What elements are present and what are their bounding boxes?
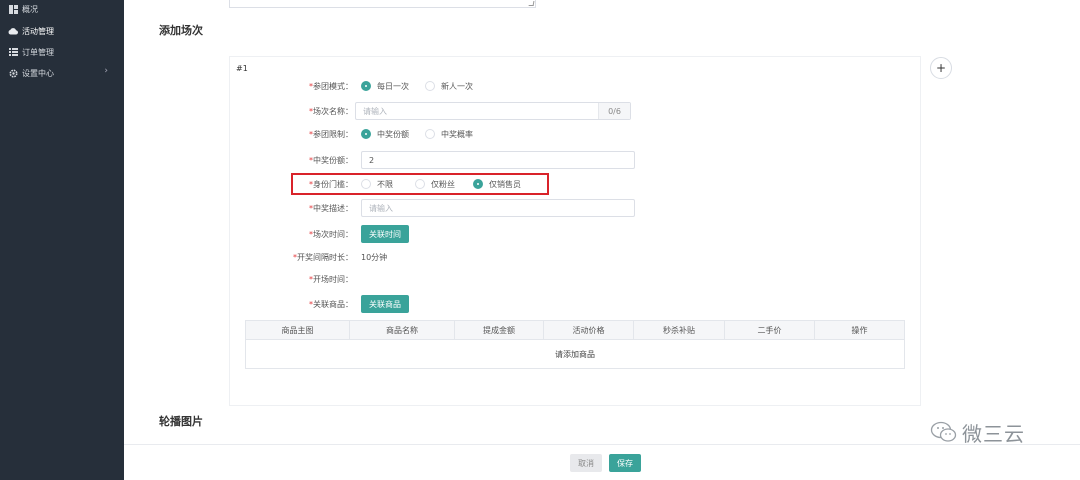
- radio-quota[interactable]: 中奖份额: [361, 129, 409, 140]
- field-label: *开奖间隔时长：: [293, 252, 353, 262]
- radio-checked-icon: [473, 179, 483, 189]
- radio-checked-icon: [361, 129, 371, 139]
- field-label: *身份门槛：: [309, 179, 353, 189]
- column-header: 商品名称: [350, 321, 455, 339]
- sidebar-item-label: 概况: [22, 4, 38, 14]
- link-goods-button[interactable]: 关联商品: [361, 295, 409, 313]
- radio-fans-only[interactable]: 仅粉丝: [415, 179, 455, 190]
- form-row-desc: *中奖描述：: [233, 199, 353, 217]
- sidebar: 概况 活动管理 订单管理 设置中心 ›: [0, 0, 124, 480]
- goods-table: 商品主图 商品名称 提成金额 活动价格 秒杀补贴 二手价 操作 请添加商品: [245, 320, 905, 369]
- sidebar-item-label: 设置中心: [22, 68, 54, 78]
- sidebar-item-overview[interactable]: 概况: [8, 0, 118, 18]
- field-label: *关联商品：: [309, 299, 353, 309]
- char-counter: 0/6: [598, 103, 630, 119]
- radio-checked-icon: [361, 81, 371, 91]
- field-label: *参团模式：: [309, 81, 353, 91]
- form-row-quota: *中奖份额：: [233, 151, 353, 169]
- sidebar-item-label: 订单管理: [22, 47, 54, 57]
- form-row-time: *场次时间：: [233, 225, 353, 243]
- column-header: 活动价格: [544, 321, 634, 339]
- table-header: 商品主图 商品名称 提成金额 活动价格 秒杀补贴 二手价 操作: [246, 321, 904, 340]
- mode-radio-group: 每日一次 新人一次: [361, 77, 489, 95]
- radio-unlimited[interactable]: 不限: [361, 179, 393, 190]
- watermark: 微三云: [930, 418, 1025, 447]
- section-title-carousel: 轮播图片: [159, 415, 203, 428]
- cloud-icon: [8, 26, 18, 36]
- column-header: 操作: [851, 325, 868, 335]
- form-row-identity: *身份门槛：: [233, 175, 353, 193]
- field-label: *中奖描述：: [309, 203, 353, 213]
- column-header: 提成金额: [455, 321, 544, 339]
- description-textarea[interactable]: [229, 0, 536, 8]
- field-label: *场次名称：: [309, 106, 353, 116]
- sidebar-item-activity[interactable]: 活动管理: [8, 22, 118, 40]
- sidebar-item-label: 活动管理: [22, 26, 54, 36]
- identity-radio-group: 不限 仅粉丝 仅销售员: [361, 175, 537, 193]
- chevron-right-icon: ›: [104, 66, 108, 76]
- radio-unchecked-icon: [415, 179, 425, 189]
- interval-value: 10分钟: [361, 252, 388, 262]
- watermark-text: 微三云: [962, 422, 1025, 446]
- radio-daily[interactable]: 每日一次: [361, 81, 409, 92]
- quota-input[interactable]: 2: [361, 151, 635, 169]
- save-button[interactable]: 保存: [609, 454, 641, 472]
- field-label: *开场时间：: [309, 274, 353, 284]
- list-icon: [8, 47, 18, 57]
- wechat-icon: [930, 421, 958, 445]
- radio-newcomer[interactable]: 新人一次: [425, 81, 473, 92]
- section-title-add-session: 添加场次: [159, 24, 203, 37]
- field-label: *参团限制：: [309, 129, 353, 139]
- prize-description-input[interactable]: 请输入: [361, 199, 635, 217]
- radio-unchecked-icon: [425, 81, 435, 91]
- form-row-mode: *参团模式：: [233, 77, 353, 95]
- radio-probability[interactable]: 中奖概率: [425, 129, 473, 140]
- form-row-goods: *关联商品：: [233, 295, 353, 313]
- radio-unchecked-icon: [425, 129, 435, 139]
- session-name-input[interactable]: 请输入 0/6: [355, 102, 631, 120]
- link-time-button[interactable]: 关联时间: [361, 225, 409, 243]
- session-index: #1: [236, 64, 248, 73]
- field-label: *场次时间：: [309, 229, 353, 239]
- sidebar-item-settings[interactable]: 设置中心 ›: [8, 64, 118, 82]
- column-header: 商品主图: [246, 321, 350, 339]
- limit-radio-group: 中奖份额 中奖概率: [361, 125, 489, 143]
- column-header: 二手价: [725, 321, 815, 339]
- form-row-limit: *参团限制：: [233, 125, 353, 143]
- radio-unchecked-icon: [361, 179, 371, 189]
- table-empty-row: 请添加商品: [555, 349, 595, 359]
- cancel-button[interactable]: 取消: [570, 454, 602, 472]
- gear-icon: [8, 68, 18, 78]
- sidebar-item-orders[interactable]: 订单管理: [8, 43, 118, 61]
- radio-sales-only[interactable]: 仅销售员: [473, 179, 521, 190]
- resize-handle-icon[interactable]: [528, 1, 535, 6]
- grid-icon: [8, 4, 18, 14]
- field-label: *中奖份额：: [309, 155, 353, 165]
- footer-bar: 取消 保存: [124, 444, 1080, 480]
- column-header: 秒杀补贴: [634, 321, 725, 339]
- form-row-name: *场次名称：: [233, 102, 353, 120]
- form-row-open-time: *开场时间：: [233, 270, 353, 288]
- add-session-button[interactable]: +: [930, 57, 952, 79]
- form-row-interval: *开奖间隔时长：: [233, 248, 353, 266]
